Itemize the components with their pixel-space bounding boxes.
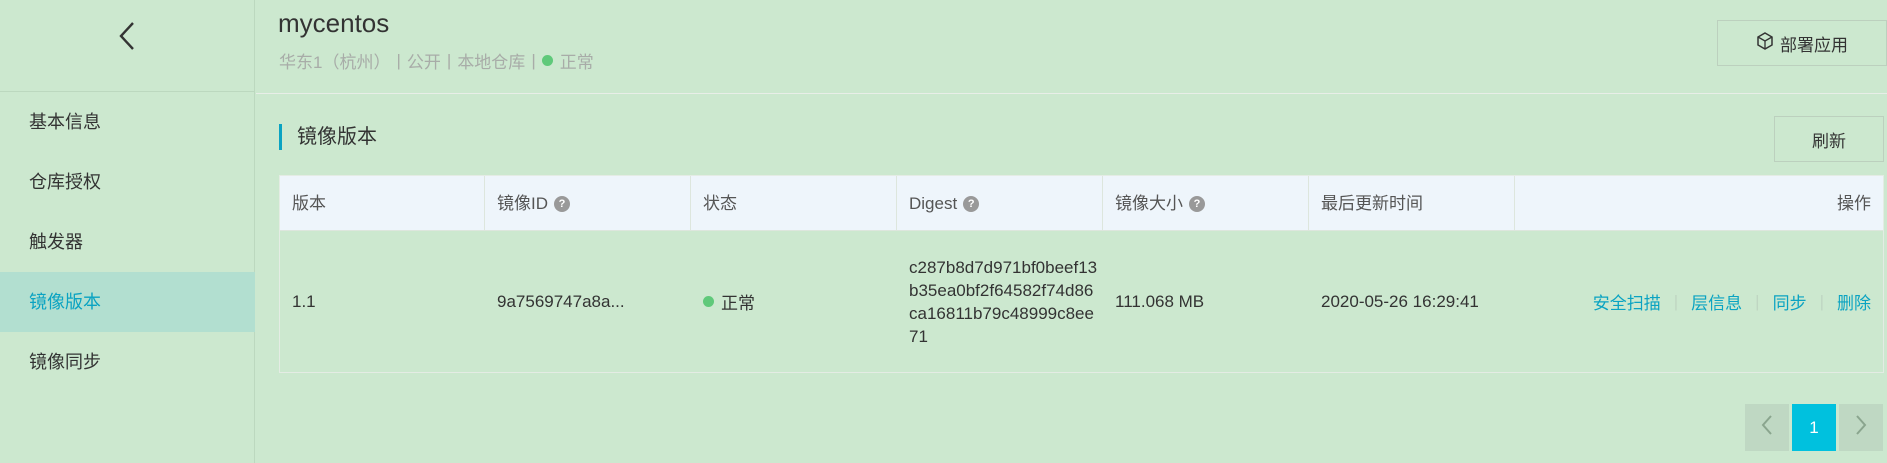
help-icon[interactable]: ? [963, 195, 980, 212]
cube-icon [1756, 31, 1780, 55]
status-dot-icon [541, 55, 553, 66]
status-text: 正常 [721, 294, 755, 313]
repo-meta: 华东1（杭州） | 公开 | 本地仓库 | 正常 [279, 48, 594, 73]
status-dot-icon [703, 296, 714, 307]
sidebar-item-basic-info[interactable]: 基本信息 [0, 92, 255, 152]
action-divider: | [1673, 291, 1679, 311]
meta-divider: | [446, 50, 452, 70]
sidebar-item-repo-auth[interactable]: 仓库授权 [0, 152, 255, 212]
column-header-actions: 操作 [1515, 176, 1883, 231]
repo-status: 正常 [559, 53, 594, 72]
image-versions-table: 版本 镜像ID ? 状态 Digest ? 镜像大小 ? 最后更新时间 操作 1… [279, 175, 1884, 373]
column-header-size: 镜像大小 ? [1103, 176, 1309, 231]
column-header-digest: Digest ? [897, 176, 1103, 231]
column-header-image-id: 镜像ID ? [485, 176, 691, 231]
digest-value: c287b8d7d971bf0beef13b35ea0bf2f64582f74d… [909, 257, 1098, 346]
prev-page-button[interactable] [1745, 404, 1789, 451]
column-label: 状态 [703, 194, 737, 213]
sidebar-item-triggers[interactable]: 触发器 [0, 212, 255, 272]
table-header: 版本 镜像ID ? 状态 Digest ? 镜像大小 ? 最后更新时间 操作 [280, 176, 1883, 231]
sidebar-item-image-sync[interactable]: 镜像同步 [0, 332, 255, 392]
repo-type: 本地仓库 [457, 53, 526, 72]
column-label: 镜像大小 [1115, 194, 1183, 213]
help-icon[interactable]: ? [1189, 195, 1205, 212]
column-label: 最后更新时间 [1321, 194, 1423, 213]
column-label: Digest [909, 194, 958, 213]
chevron-left-icon [115, 22, 141, 58]
cell-version: 1.1 [292, 291, 316, 311]
pagination: 1 [1745, 404, 1883, 451]
meta-divider: | [531, 50, 536, 70]
cell-updated: 2020-05-26 16:29:41 [1321, 291, 1479, 311]
chevron-left-icon [1760, 414, 1774, 441]
page-title: mycentos [278, 8, 390, 38]
table-row: 1.1 9a7569747a8a... 正常 c287b8d7d971bf0be… [280, 231, 1883, 372]
sidebar-item-image-versions[interactable]: 镜像版本 [0, 272, 255, 332]
deploy-app-label: 部署应用 [1780, 35, 1848, 55]
action-divider: | [1755, 291, 1760, 311]
cell-digest: c287b8d7d971bf0beef13b35ea0bf2f64582f74d… [897, 231, 1099, 372]
chevron-right-icon [1854, 414, 1868, 441]
repo-visibility: 公开 [406, 53, 441, 72]
column-header-version: 版本 [280, 176, 485, 231]
column-header-updated: 最后更新时间 [1309, 176, 1515, 231]
next-page-button[interactable] [1839, 404, 1883, 451]
deploy-app-button[interactable]: 部署应用 [1717, 20, 1887, 66]
layer-info-link[interactable]: 层信息 [1691, 289, 1742, 314]
repo-header: mycentos 华东1（杭州） | 公开 | 本地仓库 | 正常 部署应用 [256, 0, 1887, 94]
section-accent-bar [279, 124, 282, 150]
sync-link[interactable]: 同步 [1773, 289, 1807, 314]
security-scan-link[interactable]: 安全扫描 [1593, 289, 1661, 314]
column-label: 操作 [1837, 194, 1871, 213]
page-button-current[interactable]: 1 [1792, 404, 1836, 451]
delete-link[interactable]: 删除 [1837, 289, 1871, 314]
refresh-button[interactable]: 刷新 [1774, 116, 1884, 162]
section-title: 镜像版本 [297, 126, 377, 148]
help-icon[interactable]: ? [554, 195, 570, 212]
repo-region: 华东1（杭州） [279, 53, 391, 72]
cell-image-id: 9a7569747a8a... [497, 291, 625, 311]
action-divider: | [1819, 291, 1824, 311]
column-label: 镜像ID [497, 194, 548, 213]
cell-size: 111.068 MB [1115, 291, 1205, 311]
column-header-status: 状态 [691, 176, 897, 231]
back-button[interactable] [0, 0, 255, 92]
sidebar-nav: 基本信息 仓库授权 触发器 镜像版本 镜像同步 [0, 92, 255, 392]
cell-actions: 安全扫描 | 层信息 | 同步 | 删除 [1593, 231, 1871, 372]
sidebar: 基本信息 仓库授权 触发器 镜像版本 镜像同步 [0, 0, 255, 463]
meta-divider: | [396, 50, 401, 70]
cell-status: 正常 [691, 231, 755, 372]
column-label: 版本 [292, 194, 326, 213]
